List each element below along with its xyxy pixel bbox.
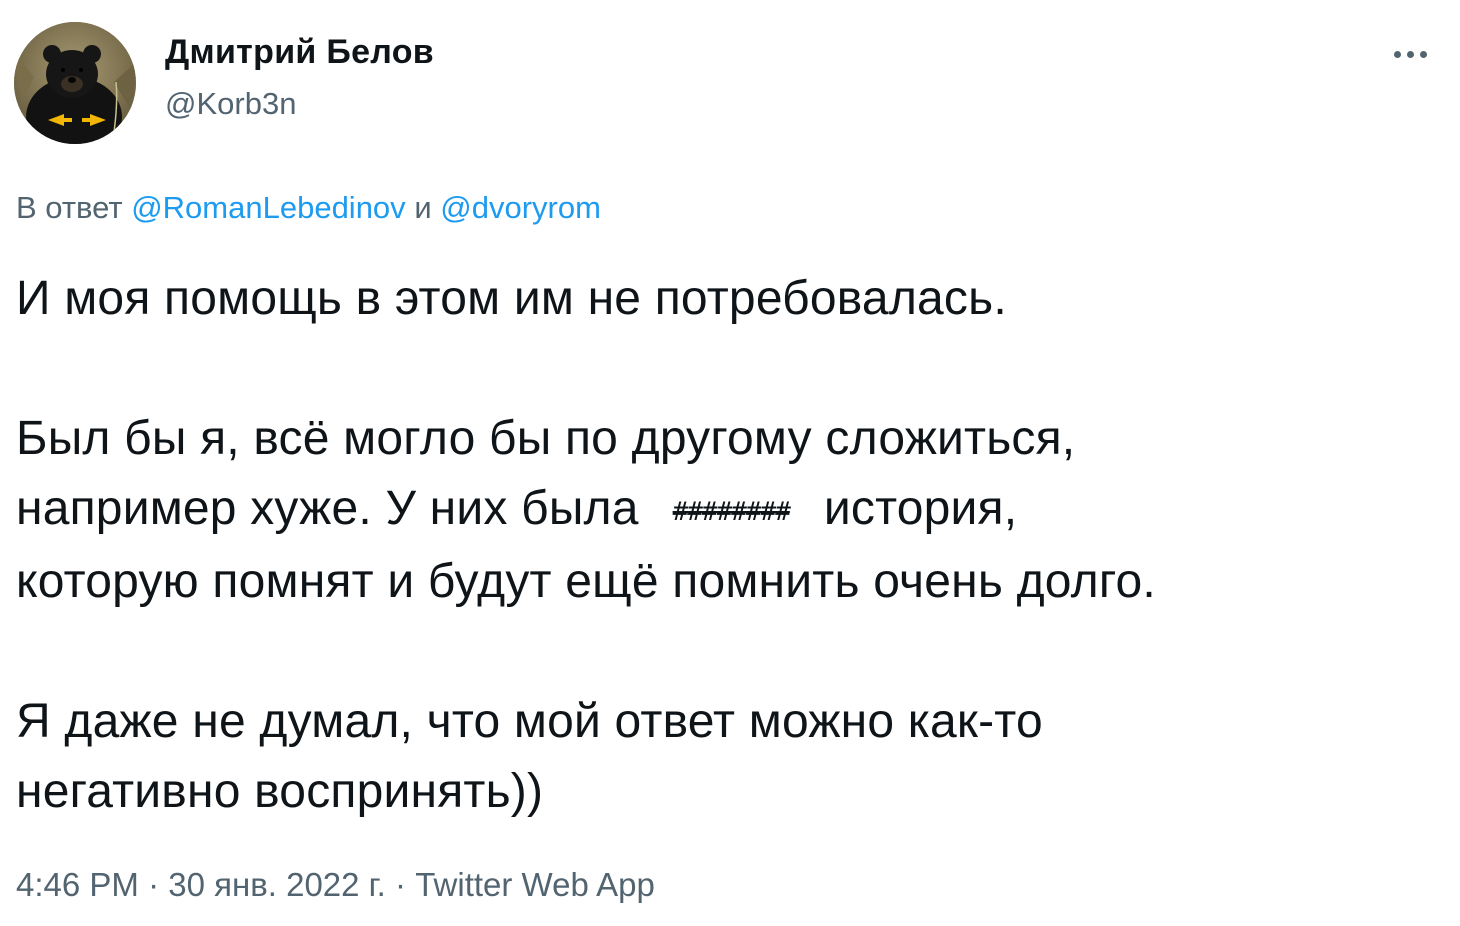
redacted-word: ######## [672, 497, 791, 527]
tweet-line-start: например хуже. У них была [16, 482, 639, 535]
tweet-meta: 4:46 PM · 30 янв. 2022 г. · Twitter Web … [16, 866, 655, 904]
more-horizontal-icon [1393, 50, 1401, 58]
tweet-line-end: история, [823, 482, 1018, 535]
tweet-line: которую помнят и будут ещё помнить очень… [16, 555, 1156, 608]
reply-conjunction: и [414, 190, 432, 225]
tweet-line: например хуже. У них была ######## история… [16, 474, 1436, 547]
tweet-line: Был бы я, всё могло бы по другому сложит… [16, 412, 1076, 465]
reply-context: В ответ @RomanLebedinov и @dvoryrom [16, 190, 601, 226]
mention-link-1[interactable]: @RomanLebedinov [131, 190, 405, 225]
avatar[interactable] [14, 22, 136, 144]
tweet-time[interactable]: 4:46 PM [16, 866, 139, 903]
meta-separator: · [395, 866, 407, 903]
reply-prefix: В ответ [16, 190, 123, 225]
meta-separator: · [148, 866, 160, 903]
tweet: Дмитрий Белов @Korb3n В ответ @RomanLebe… [0, 0, 1460, 926]
bear-avatar-image [14, 22, 136, 144]
tweet-source[interactable]: Twitter Web App [415, 866, 655, 903]
tweet-paragraph: И моя помощь в этом им не потребовалась. [16, 272, 1007, 325]
mention-link-2[interactable]: @dvoryrom [440, 190, 601, 225]
tweet-text: И моя помощь в этом им не потребовалась.… [16, 264, 1436, 827]
more-options-button[interactable] [1384, 34, 1436, 74]
author-display-name[interactable]: Дмитрий Белов [165, 33, 434, 72]
tweet-paragraph: Я даже не думал, что мой ответ можно как… [16, 695, 1043, 818]
tweet-date[interactable]: 30 янв. 2022 г. [168, 866, 386, 903]
author-handle[interactable]: @Korb3n [165, 86, 296, 122]
